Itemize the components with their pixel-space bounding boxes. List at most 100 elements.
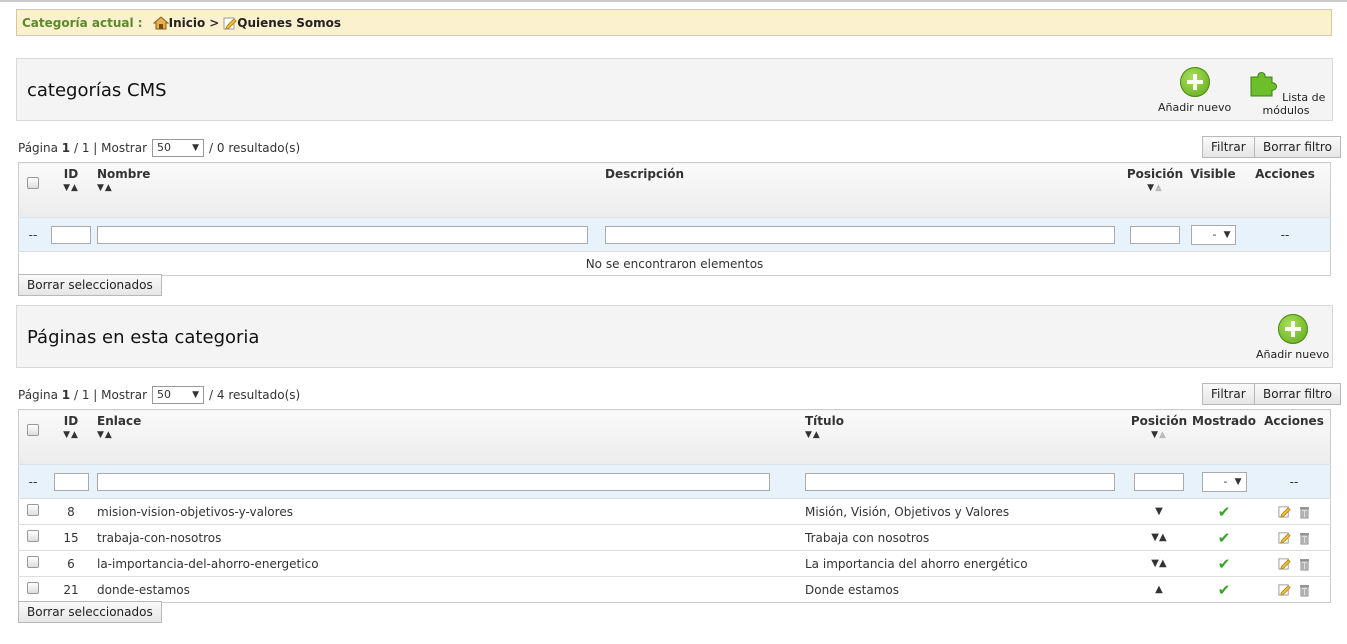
sort-arrows-icon[interactable]: ▼▲ (1126, 183, 1184, 193)
pages-add-button[interactable]: Añadir nuevo (1256, 314, 1329, 361)
title-filter-input[interactable] (805, 472, 1115, 491)
col-link: Enlace (97, 414, 142, 428)
row-link: mision-vision-objetivos-y-valores (95, 498, 803, 525)
pages-clear-filter-button[interactable]: Borrar filtro (1254, 383, 1341, 405)
id-filter-input[interactable] (53, 472, 89, 491)
row-checkbox[interactable] (27, 582, 39, 594)
col-actions: Acciones (1264, 414, 1324, 428)
check-icon[interactable]: ✔ (1218, 581, 1231, 599)
col-description: Descripción (605, 167, 684, 181)
row-position-arrows[interactable]: ▲ (1128, 576, 1190, 603)
table-header: ID ▼▲ Nombre ▼▲ Descripción Posición ▼▲ Vis… (18, 162, 1331, 218)
col-actions: Acciones (1255, 167, 1315, 181)
trash-icon[interactable] (1299, 531, 1310, 545)
sort-arrows-icon[interactable]: ▼▲ (97, 430, 801, 440)
col-position: Posición (1126, 167, 1184, 181)
position-filter-input[interactable] (1130, 225, 1180, 244)
edit-icon[interactable] (1278, 583, 1291, 597)
sort-arrows-icon[interactable]: ▼▲ (97, 183, 601, 193)
pager-show-label: Mostrar (101, 141, 148, 155)
cms-filter-button[interactable]: Filtrar (1202, 136, 1255, 158)
row-position-arrows[interactable]: ▼▲ (1128, 550, 1190, 577)
pager-total: 1 (81, 388, 90, 402)
breadcrumb-current[interactable]: Quienes Somos (223, 16, 341, 30)
chevron-down-icon: ▼ (1234, 476, 1242, 487)
check-icon[interactable]: ✔ (1218, 555, 1231, 573)
row-title: La importancia del ahorro energético (803, 550, 1128, 577)
sort-arrows-icon[interactable]: ▼▲ (805, 430, 1126, 440)
table-row[interactable]: 21 donde-estamos Donde estamos ▲ ✔ (18, 576, 1331, 603)
description-filter-input[interactable] (605, 225, 1115, 244)
row-checkbox[interactable] (27, 504, 39, 516)
row-position-arrows[interactable]: ▼▲ (1128, 524, 1190, 551)
edit-icon[interactable] (1278, 505, 1291, 519)
pages-title: Páginas en esta categoria (27, 327, 260, 348)
cms-title: categorías CMS (27, 80, 167, 101)
position-filter-input[interactable] (1134, 472, 1184, 491)
breadcrumb-home[interactable]: Inicio (152, 16, 205, 30)
per-page-select[interactable]: 50 ▼ (152, 386, 205, 404)
actions-dash: -- (1258, 464, 1331, 499)
row-id: 15 (47, 524, 95, 551)
row-title: Misión, Visión, Objetivos y Valores (803, 498, 1128, 525)
name-filter-input[interactable] (97, 225, 588, 244)
edit-icon (223, 17, 237, 30)
chevron-down-icon: ▼ (192, 390, 200, 400)
top-border (0, 0, 1347, 2)
trash-icon[interactable] (1299, 557, 1310, 571)
table-row[interactable]: 15 trabaja-con-nosotros Trabaja con noso… (18, 524, 1331, 551)
cms-pager: Página 1 / 1 | Mostrar 50 ▼ / 0 resultado… (18, 139, 301, 157)
pager-page-word: Página (18, 141, 58, 155)
shown-select-value: - (1223, 474, 1228, 488)
edit-icon[interactable] (1278, 557, 1291, 571)
col-id: ID (63, 414, 79, 428)
cms-table: ID ▼▲ Nombre ▼▲ Descripción Posición ▼▲ Vis… (18, 162, 1331, 276)
empty-row: No se encontraron elementos (18, 251, 1331, 276)
sort-arrows-icon[interactable]: ▼▲ (49, 430, 93, 440)
per-page-value: 50 (157, 388, 172, 401)
col-title: Título (805, 414, 844, 428)
row-link: donde-estamos (95, 576, 803, 603)
modules-list-button[interactable]: Lista de módulos (1240, 67, 1332, 117)
sort-arrows-icon[interactable]: ▼▲ (1130, 430, 1188, 440)
cms-delete-selected-button[interactable]: Borrar seleccionados (18, 274, 162, 296)
row-title: Donde estamos (803, 576, 1128, 603)
filter-dash: -- (18, 217, 47, 252)
pager-page-word: Página (18, 388, 58, 402)
pages-table: ID ▼▲ Enlace ▼▲ Título ▼▲ Posición ▼▲ Mostra… (18, 409, 1331, 603)
select-all-checkbox[interactable] (27, 424, 39, 436)
edit-icon[interactable] (1278, 531, 1291, 545)
col-shown: Mostrado (1192, 414, 1256, 428)
pages-pager: Página 1 / 1 | Mostrar 50 ▼ / 4 resultado… (18, 386, 301, 404)
chevron-down-icon: ▼ (1223, 229, 1231, 240)
check-icon[interactable]: ✔ (1218, 503, 1231, 521)
row-title: Trabaja con nosotros (803, 524, 1128, 551)
row-checkbox[interactable] (27, 556, 39, 568)
filter-row: -- - ▼ -- (18, 464, 1331, 499)
trash-icon[interactable] (1299, 583, 1310, 597)
col-position: Posición (1130, 414, 1188, 428)
visible-filter-select[interactable]: - ▼ (1190, 224, 1236, 245)
shown-filter-select[interactable]: - ▼ (1201, 471, 1247, 492)
link-filter-input[interactable] (97, 472, 770, 491)
check-icon[interactable]: ✔ (1218, 529, 1231, 547)
add-icon (1179, 67, 1210, 97)
row-checkbox[interactable] (27, 530, 39, 542)
table-row[interactable]: 6 la-importancia-del-ahorro-energetico L… (18, 550, 1331, 577)
pages-filter-button[interactable]: Filtrar (1202, 383, 1255, 405)
sort-arrows-icon[interactable]: ▼▲ (49, 183, 93, 193)
pager-results: / 0 resultado(s) (209, 141, 301, 155)
add-icon (1277, 314, 1308, 344)
cms-add-button[interactable]: Añadir nuevo (1158, 67, 1231, 114)
per-page-select[interactable]: 50 ▼ (152, 139, 205, 157)
table-row[interactable]: 8 mision-vision-objetivos-y-valores Misi… (18, 498, 1331, 525)
id-filter-input[interactable] (51, 225, 91, 244)
row-link: la-importancia-del-ahorro-energetico (95, 550, 803, 577)
row-position-arrows[interactable]: ▼ (1128, 498, 1190, 525)
pages-delete-selected-button[interactable]: Borrar seleccionados (18, 601, 162, 623)
row-id: 8 (47, 498, 95, 525)
trash-icon[interactable] (1299, 505, 1310, 519)
pager-show-label: Mostrar (101, 388, 148, 402)
select-all-checkbox[interactable] (27, 177, 39, 189)
cms-clear-filter-button[interactable]: Borrar filtro (1254, 136, 1341, 158)
